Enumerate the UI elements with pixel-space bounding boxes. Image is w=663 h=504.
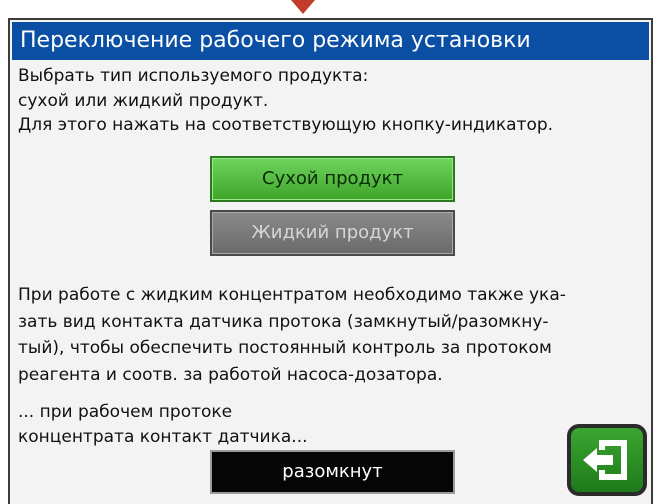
liquid-product-button[interactable]: Жидкий продукт bbox=[210, 210, 455, 256]
contact-label-line: ... при рабочем протоке bbox=[18, 402, 233, 422]
intro-line: Для этого нажать на соответствующую кноп… bbox=[18, 115, 554, 135]
contact-state-label: ... при рабочем протоке концентрата конт… bbox=[18, 400, 308, 450]
exit-button[interactable] bbox=[567, 424, 647, 496]
arrow-down-marker-icon bbox=[291, 0, 315, 14]
exit-icon bbox=[583, 440, 627, 480]
info-line: тый), чтобы обеспечить постоянный контро… bbox=[18, 338, 552, 358]
intro-line: сухой или жидкий продукт. bbox=[18, 90, 269, 111]
dialog-title: Переключение рабочего режима установки bbox=[12, 22, 649, 60]
mode-switch-dialog: Переключение рабочего режима установки В… bbox=[8, 18, 653, 504]
info-line: При работе с жидким концентратом необход… bbox=[18, 285, 566, 305]
intro-text: Выбрать тип используемого продукта: сухо… bbox=[18, 64, 553, 138]
contact-state-button[interactable]: разомкнут bbox=[210, 450, 455, 494]
info-line: зать вид контакта датчика протока (замкн… bbox=[18, 311, 549, 332]
info-text: При работе с жидким концентратом необход… bbox=[18, 282, 566, 388]
info-line: реагента и соотв. за работой насоса-доза… bbox=[18, 364, 443, 385]
intro-line: Выбрать тип используемого продукта: bbox=[18, 66, 369, 86]
contact-label-line: концентрата контакт датчика... bbox=[18, 427, 308, 447]
dry-product-button[interactable]: Сухой продукт bbox=[210, 156, 455, 202]
